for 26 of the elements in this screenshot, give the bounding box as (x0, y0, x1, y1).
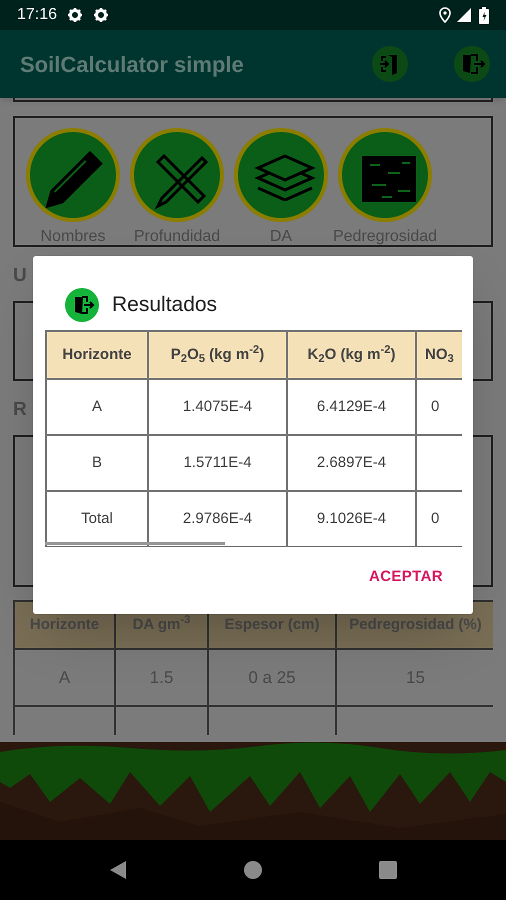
back-icon (108, 860, 128, 880)
table-cell: 6.4129E-4 (287, 379, 416, 435)
settings-icon (93, 7, 110, 23)
column-header: P$_{2}$O$_{5}$ (kg m$^{-2}$) (148, 331, 287, 379)
accept-button[interactable]: ACEPTAR (366, 566, 445, 588)
table-cell: 1.5711E-4 (148, 435, 287, 491)
door-enter-icon (372, 46, 408, 82)
recents-icon (378, 860, 398, 880)
status-time: 17:16 (17, 5, 58, 25)
table-cell: 2.6897E-4 (287, 435, 416, 491)
battery-icon (479, 6, 489, 24)
door-exit-icon (64, 286, 100, 322)
table-cell: A (46, 379, 148, 435)
app-title: SoilCalculator simple (20, 50, 245, 79)
column-header: Horizonte (46, 331, 148, 379)
door-exit-icon (454, 46, 490, 82)
signal-icon (457, 8, 471, 22)
settings-icon (67, 7, 84, 23)
table-cell: B (46, 435, 148, 491)
column-header: NO$_{3}$ (416, 331, 462, 379)
location-icon (439, 7, 451, 23)
home-icon (243, 860, 263, 880)
dialog-title: Resultados (112, 292, 218, 318)
table-cell: 1.4075E-4 (148, 379, 287, 435)
table-cell: 9.1026E-4 (287, 491, 416, 547)
column-header: K$_{2}$O (kg m$^{-2}$) (287, 331, 416, 379)
